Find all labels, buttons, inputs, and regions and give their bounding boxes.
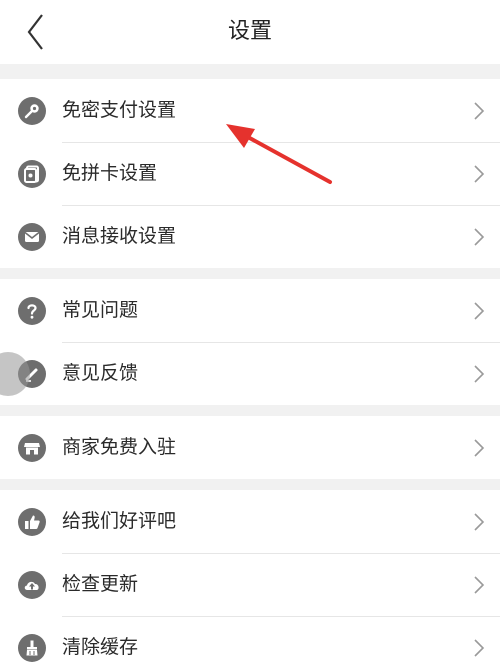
row-message-settings[interactable]: 消息接收设置: [0, 205, 500, 268]
row-label: 给我们好评吧: [62, 510, 177, 532]
row-feedback[interactable]: 意见反馈: [0, 342, 500, 405]
store-icon: [18, 434, 46, 462]
settings-group-help: 常见问题 意见反馈: [0, 279, 500, 405]
chevron-right-icon: [474, 165, 485, 183]
row-label: 消息接收设置: [62, 225, 177, 247]
row-label: 免密支付设置: [62, 99, 177, 121]
chevron-right-icon: [474, 639, 485, 657]
cloud-upload-icon: [18, 571, 46, 599]
settings-group-app: 给我们好评吧 检查更新 清除缓存: [0, 490, 500, 672]
chevron-right-icon: [474, 365, 485, 383]
key-icon: [18, 97, 46, 125]
row-rate-us[interactable]: 给我们好评吧: [0, 490, 500, 553]
header-bar: 设置: [0, 0, 500, 64]
row-label: 免拼卡设置: [62, 162, 158, 184]
row-label: 检查更新: [62, 573, 139, 595]
thumbs-up-icon: [18, 508, 46, 536]
row-password-free-payment[interactable]: 免密支付设置: [0, 79, 500, 142]
settings-group-merchant: 商家免费入驻: [0, 416, 500, 479]
chevron-right-icon: [474, 513, 485, 531]
settings-group-payment: 免密支付设置 免拼卡设置 消息接收设置: [0, 79, 500, 268]
row-label: 清除缓存: [62, 636, 139, 658]
chevron-right-icon: [474, 439, 485, 457]
broom-icon: [18, 634, 46, 662]
row-label: 常见问题: [62, 299, 139, 321]
row-label: 商家免费入驻: [62, 436, 177, 458]
chevron-right-icon: [474, 302, 485, 320]
mail-icon: [18, 223, 46, 251]
chevron-right-icon: [474, 102, 485, 120]
question-icon: [18, 297, 46, 325]
row-clear-cache[interactable]: 清除缓存: [0, 616, 500, 672]
row-free-group-card[interactable]: 免拼卡设置: [0, 142, 500, 205]
page-title: 设置: [227, 19, 272, 44]
row-check-update[interactable]: 检查更新: [0, 553, 500, 616]
card-icon: [18, 160, 46, 188]
row-faq[interactable]: 常见问题: [0, 279, 500, 342]
chevron-right-icon: [474, 228, 485, 246]
row-label: 意见反馈: [62, 362, 139, 384]
row-merchant-join[interactable]: 商家免费入驻: [0, 416, 500, 479]
chevron-right-icon: [474, 576, 485, 594]
